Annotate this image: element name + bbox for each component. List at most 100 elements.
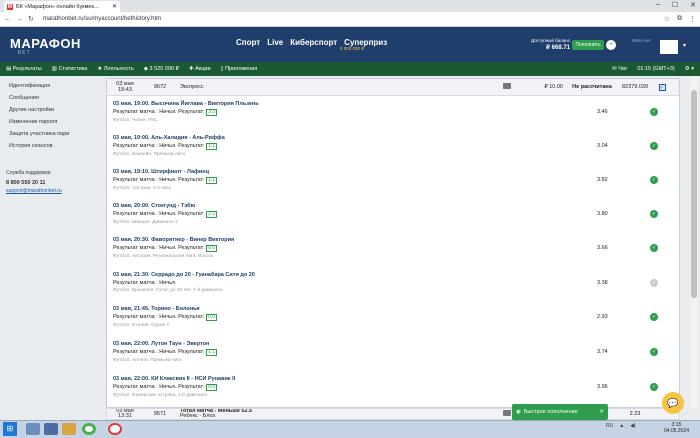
event-score: 2:2 [206, 211, 218, 218]
nav-sport[interactable]: Спорт [236, 38, 260, 47]
bet-code: 82379.039 [622, 84, 648, 90]
close-window-icon[interactable]: ✕ [690, 1, 696, 9]
list-item: 03 мая, 21:45. Торино - Болонья Результа… [113, 306, 673, 340]
deposit-button[interactable]: Пополнить [572, 40, 604, 50]
chat-link[interactable]: ✉ Чат [612, 66, 627, 72]
event-score: 0:0 [206, 384, 218, 391]
bet-row[interactable]: 03 мая 18:43 9672 Экспресс ₽ 10.00 Не рас… [107, 79, 679, 96]
media-icon[interactable] [44, 423, 58, 435]
star-icon[interactable]: ☆ [664, 15, 670, 23]
bet-type: Тотал матча - Меньше 52.5 Ребекс - Блоз [180, 408, 253, 419]
event-result: Результат матча : Ничья. Результат: [113, 384, 205, 390]
apps-link[interactable]: ▯ Приложения [221, 66, 258, 72]
list-item: 03 мая, 21:30. Серрадо до 20 - Гуанабара… [113, 272, 673, 306]
sidebar-item-messages[interactable]: Сообщения [6, 92, 102, 104]
nav-esports[interactable]: Киберспорт [290, 38, 337, 47]
balance-label: Доступный баланс [531, 38, 570, 43]
language-indicator[interactable]: RU [606, 423, 613, 429]
event-league: Футбол. Бахрейн. Премьер-лига [113, 152, 185, 157]
forward-icon[interactable]: → [16, 16, 23, 23]
reload-icon[interactable]: ↻ [28, 15, 34, 23]
menu-icon[interactable]: ⋮ [689, 15, 696, 23]
event-title[interactable]: 03 мая, 19:00. Аль-Халидия - Аль-Риффа [113, 135, 673, 141]
scrollbar-thumb[interactable] [691, 90, 697, 298]
support-title: Служба поддержки [6, 170, 51, 176]
my-account-label[interactable]: Мой счет [632, 38, 651, 43]
maximize-icon[interactable]: ☐ [672, 1, 678, 9]
jackpot-link[interactable]: ◆ 3 525 000 ₽ [144, 66, 179, 72]
back-icon[interactable]: ← [4, 16, 11, 23]
avatar[interactable] [660, 40, 678, 54]
list-item: 03 мая, 20:30. Фаворитнер - Винер Виктор… [113, 237, 673, 271]
stream-icon[interactable] [327, 410, 517, 418]
superprize-amount: 5 000 000 ₽ [340, 46, 365, 51]
bet-number: 9672 [153, 84, 167, 90]
event-result: Результат матча : Ничья. Результат: [113, 211, 205, 217]
event-league: Футбол. Италия. Серия А [113, 323, 170, 328]
promos-link[interactable]: ✚ Акции [189, 66, 211, 72]
bet-datetime: 03 мая 18:43 [116, 81, 134, 93]
event-result: Результат матча : Ничья. Результат: [113, 349, 205, 355]
win-check-icon: ✓ [650, 348, 658, 356]
sidebar-item-change-password[interactable]: Изменение пароля [6, 116, 102, 128]
bet-history-table: 03 мая 18:43 9672 Экспресс ₽ 10.00 Не рас… [106, 78, 680, 408]
nav-live[interactable]: Live [267, 38, 283, 47]
sidebar-item-identification[interactable]: Идентификация [6, 80, 102, 92]
event-title[interactable]: 03 мая, 19:10. Штирфингг - Лафинц [113, 169, 673, 175]
sidebar-item-other-settings[interactable]: Другие настройки [6, 104, 102, 116]
event-title[interactable]: 03 мая, 19:00. Высочина Йиглава - Виктор… [113, 101, 673, 107]
chat-bubble-icon[interactable]: 💬 [662, 392, 684, 414]
network-icon[interactable]: ▲ [619, 423, 624, 429]
chevron-down-icon[interactable]: ▾ [683, 42, 686, 49]
event-title[interactable]: 03 мая, 21:30. Серрадо до 20 - Гуанабара… [113, 272, 673, 278]
windows-start-icon[interactable]: ⊞ [3, 422, 17, 436]
balance-value: ₽ 668.71 [546, 45, 570, 51]
logo[interactable]: МАРАФОН [10, 36, 81, 51]
minimize-icon[interactable]: – [656, 1, 660, 9]
deposit-plus-icon[interactable]: + [606, 40, 616, 50]
sidebar-item-protection[interactable]: Защита участника пари [6, 128, 102, 140]
statistics-link[interactable]: ▥ Статистика [52, 66, 88, 72]
chrome-icon[interactable] [82, 423, 96, 435]
event-score: 0:0 [206, 314, 218, 321]
bet-type: Экспресс [180, 84, 204, 90]
win-check-icon: ✓ [650, 244, 658, 252]
sub-nav: ▤ Результаты ▥ Статистика ★ Лояльность ◆… [0, 62, 700, 76]
event-odds: 3.96 [597, 384, 608, 390]
close-tab-icon[interactable]: ✕ [112, 3, 117, 10]
event-title[interactable]: 03 мая, 20:00. Стокгунд - Тэбю [113, 203, 673, 209]
stream-icon[interactable] [327, 83, 517, 91]
clock[interactable]: 3:15 04.05.2024 [664, 422, 689, 434]
event-score: 0:0 [206, 245, 218, 252]
close-icon[interactable]: ✕ [599, 409, 604, 415]
event-score: 1:1 [206, 349, 218, 356]
event-title[interactable]: 03 мая, 20:30. Фаворитнер - Винер Виктор… [113, 237, 673, 243]
win-check-icon: ✓ [650, 176, 658, 184]
url-field[interactable]: marathonbet.ru/su/myaccount/bethistory.h… [43, 16, 659, 22]
time-display[interactable]: 01:15 (GMT+3) [637, 66, 674, 72]
pending-check-icon: ✓ [650, 279, 658, 287]
event-odds: 3.80 [597, 211, 608, 217]
quick-deposit-button[interactable]: ◉ Быстрое пополнение ✕ [512, 404, 608, 420]
explorer-icon[interactable] [26, 423, 40, 435]
support-phone[interactable]: 8 800 550 20 11 [6, 180, 102, 186]
settings-icon[interactable]: ⚙ ▾ [685, 66, 694, 72]
volume-icon[interactable]: ◀) [630, 423, 636, 429]
balance: Доступный баланс ₽ 668.71 [520, 38, 570, 51]
extensions-icon[interactable]: ⧉ [677, 15, 682, 23]
event-title[interactable]: 03 мая, 22:00. Лутон Таун - Эвертон [113, 341, 673, 347]
support-email[interactable]: support@marathonbet.ru [6, 188, 102, 194]
folder-icon[interactable] [62, 423, 76, 435]
event-score: 1:1 [206, 177, 218, 184]
browser-tab[interactable]: M БК «Марафон» онлайн букмек... ✕ [4, 1, 120, 12]
opera-icon[interactable] [108, 423, 122, 435]
window-controls: – ☐ ✕ [656, 1, 696, 9]
event-league: Футбол. Швеция. Дивизион 2 [113, 220, 178, 225]
sidebar-item-sessions[interactable]: История сеансов [6, 140, 102, 152]
event-title[interactable]: 03 мая, 21:45. Торино - Болонья [113, 306, 673, 312]
loyalty-link[interactable]: ★ Лояльность [97, 66, 133, 72]
results-link[interactable]: ▤ Результаты [6, 66, 42, 72]
system-tray: RU ▲ ◀) [606, 423, 636, 429]
event-title[interactable]: 03 мая, 22:00. КИ Клаксвик II - НСИ Руна… [113, 376, 673, 382]
bet-checkbox[interactable]: ✓ [658, 83, 666, 91]
